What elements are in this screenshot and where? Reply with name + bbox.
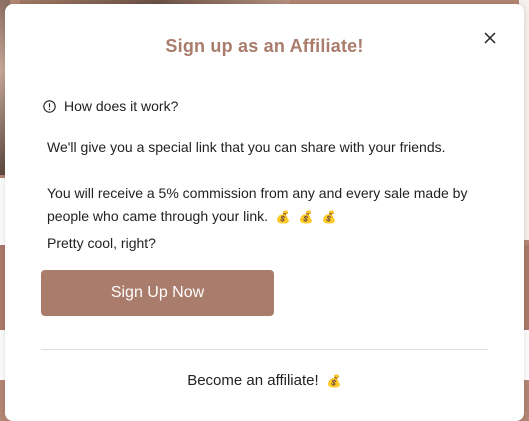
- money-bag-icon: 💰: [321, 210, 337, 224]
- sign-up-button[interactable]: Sign Up Now: [41, 270, 274, 316]
- affiliate-modal: Sign up as an Affiliate! How does it wor…: [5, 4, 524, 421]
- footer-label: Become an affiliate!: [187, 372, 319, 389]
- description-link: We'll give you a special link that you c…: [47, 139, 446, 155]
- commission-text: You will receive a 5% commission from an…: [47, 185, 468, 224]
- money-bag-icon: 💰: [298, 210, 314, 224]
- modal-title: Sign up as an Affiliate!: [165, 36, 364, 56]
- description-commission: You will receive a 5% commission from an…: [47, 182, 487, 229]
- how-it-works-row: How does it work?: [43, 98, 178, 114]
- info-icon: [43, 99, 56, 113]
- footer-text: Become an affiliate! 💰: [5, 372, 524, 389]
- divider: [41, 349, 488, 350]
- how-it-works-label: How does it work?: [64, 98, 179, 114]
- money-bag-icon: 💰: [275, 210, 291, 224]
- description-closing: Pretty cool, right?: [47, 235, 156, 251]
- close-icon[interactable]: [482, 30, 498, 46]
- money-bag-icon: 💰: [326, 374, 342, 388]
